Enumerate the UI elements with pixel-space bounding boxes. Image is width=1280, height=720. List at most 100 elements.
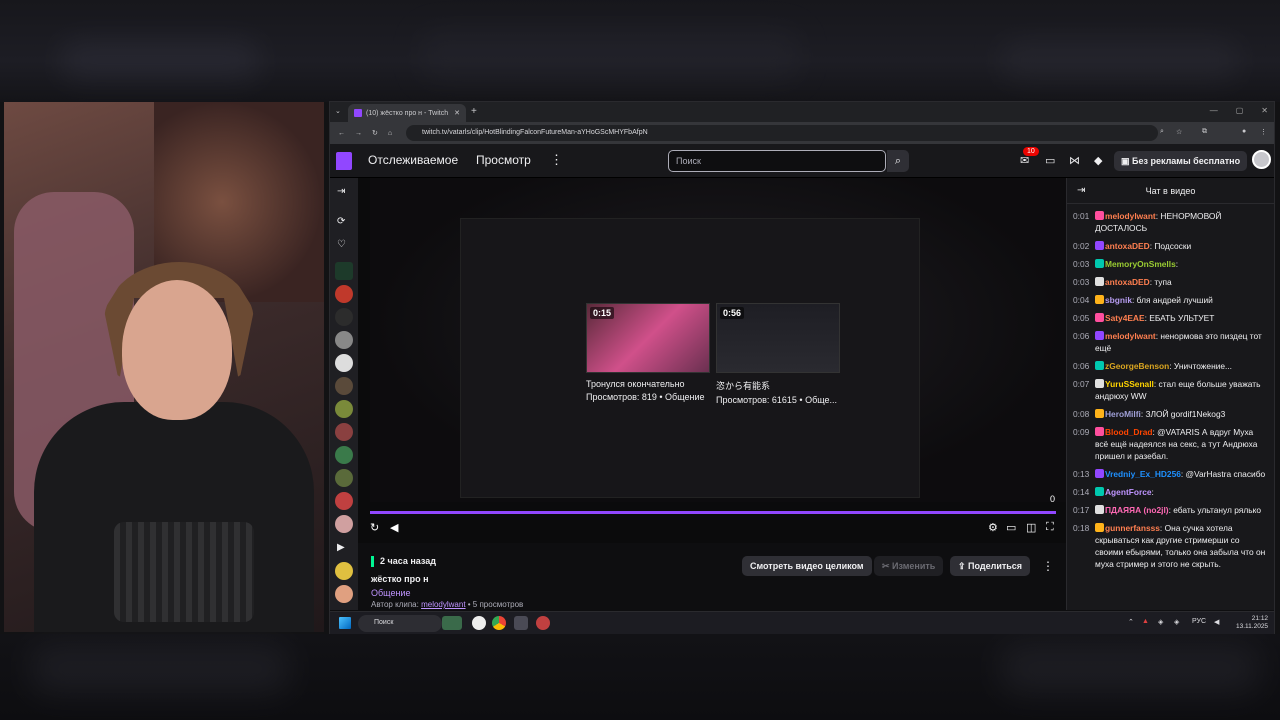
reload-icon[interactable]: ↻ bbox=[372, 129, 378, 137]
bits-icon[interactable]: ◆ bbox=[1094, 154, 1102, 167]
chat-username[interactable]: Blood_Drad bbox=[1105, 427, 1152, 437]
chat-username[interactable]: YuruSSenall bbox=[1105, 379, 1154, 389]
channel-avatar[interactable] bbox=[335, 400, 353, 418]
chat-username[interactable]: Saty4EAE bbox=[1105, 313, 1145, 323]
settings-gear-icon[interactable]: ⚙ bbox=[988, 521, 998, 534]
edit-button[interactable]: ✂ Изменить bbox=[874, 556, 944, 576]
recommended-clip-card[interactable]: 0:56 恣から有能系 Просмотров: 61615 • Обще... bbox=[716, 303, 840, 405]
taskbar-search[interactable]: Поиск bbox=[358, 615, 442, 632]
chat-username[interactable]: melodylwant bbox=[1105, 331, 1156, 341]
minimize-icon[interactable]: — bbox=[1210, 106, 1218, 115]
channel-avatar[interactable] bbox=[335, 423, 353, 441]
url-field[interactable]: twitch.tv/vatarls/clip/HotBlindingFalcon… bbox=[406, 125, 1158, 141]
chat-timestamp: 0:02 bbox=[1073, 241, 1090, 251]
chat-username[interactable]: Vredniy_Ex_HD256 bbox=[1105, 469, 1181, 479]
chat-badge-icon bbox=[1095, 427, 1104, 436]
channel-avatar[interactable] bbox=[335, 562, 353, 580]
app-icon[interactable] bbox=[514, 616, 528, 630]
tab-list-icon[interactable]: ⌄ bbox=[335, 107, 341, 115]
sidebar-toggle-icon[interactable]: ◫ bbox=[1026, 521, 1036, 534]
forward-icon[interactable]: → bbox=[355, 130, 362, 137]
chat-timestamp: 0:06 bbox=[1073, 361, 1090, 371]
camera-icon[interactable]: ▶ bbox=[337, 542, 345, 553]
tray-chevron-icon[interactable]: ⌃ bbox=[1128, 618, 1134, 626]
profile-icon[interactable]: ● bbox=[1242, 128, 1246, 135]
chat-username[interactable]: AgentForce bbox=[1105, 487, 1152, 497]
search-button[interactable]: ⌕ bbox=[887, 150, 909, 172]
chat-message: 0:06 zGeorgeBenson: Уничтожение... bbox=[1073, 360, 1268, 372]
home-icon[interactable]: ⌂ bbox=[388, 130, 392, 137]
channel-avatar[interactable] bbox=[335, 469, 353, 487]
following-heart-icon[interactable]: ♡ bbox=[337, 239, 346, 250]
channel-avatar[interactable] bbox=[335, 492, 353, 510]
yandex-icon[interactable] bbox=[472, 616, 486, 630]
chat-text: ЕБАТЬ УЛЬТУЕТ bbox=[1149, 313, 1215, 323]
expand-sidebar-icon[interactable]: ⇥ bbox=[337, 186, 345, 197]
fullscreen-icon[interactable]: ⛶ bbox=[1046, 521, 1054, 534]
maximize-icon[interactable]: ▢ bbox=[1236, 106, 1244, 115]
channel-avatar[interactable] bbox=[335, 446, 353, 464]
channel-avatar[interactable] bbox=[335, 354, 353, 372]
video-player[interactable]: 0:15 Тронулся окончательно Просмотров: 8… bbox=[358, 178, 1066, 543]
twitch-logo-icon[interactable] bbox=[336, 152, 352, 170]
chat-badge-icon bbox=[1095, 409, 1104, 418]
app-icon[interactable] bbox=[536, 616, 550, 630]
language-indicator[interactable]: РУС bbox=[1192, 618, 1206, 625]
volume-icon[interactable]: ◀ bbox=[390, 521, 398, 534]
bookmark-star-icon[interactable]: ☆ bbox=[1176, 128, 1182, 136]
back-icon[interactable]: ← bbox=[338, 130, 345, 137]
chat-username[interactable]: antoxaDED bbox=[1105, 241, 1150, 251]
theatre-mode-icon[interactable]: ▭ bbox=[1006, 521, 1016, 534]
drops-icon[interactable]: ⋈ bbox=[1069, 154, 1080, 167]
browser-window: ⌄ (10) жёстко про н - Twitch ✕ + — ▢ ✕ ←… bbox=[329, 101, 1275, 634]
volume-tray-icon[interactable]: ◀ bbox=[1214, 618, 1219, 626]
progress-bar[interactable] bbox=[370, 511, 1056, 514]
chat-timestamp: 0:03 bbox=[1073, 277, 1090, 287]
channel-avatar[interactable] bbox=[335, 262, 353, 280]
chat-username[interactable]: sbgnik bbox=[1105, 295, 1132, 305]
chat-username[interactable]: gunnerfansss bbox=[1105, 523, 1160, 533]
more-options-icon[interactable]: ⋮ bbox=[1042, 559, 1054, 573]
tray-app-icon[interactable]: ◈ bbox=[1174, 618, 1179, 626]
chat-username[interactable]: HeroMilfi bbox=[1105, 409, 1141, 419]
tray-app-icon[interactable]: ◈ bbox=[1158, 618, 1163, 626]
more-menu-icon[interactable]: ⋮ bbox=[550, 152, 563, 168]
recommended-icon[interactable]: ⟳ bbox=[337, 216, 345, 227]
chat-username[interactable]: zGeorgeBenson bbox=[1105, 361, 1169, 371]
browser-menu-icon[interactable]: ⋮ bbox=[1260, 128, 1267, 136]
new-tab-icon[interactable]: + bbox=[471, 106, 477, 117]
tray-alert-icon[interactable]: ▲ bbox=[1142, 618, 1149, 625]
user-avatar[interactable] bbox=[1252, 150, 1271, 169]
channel-avatar[interactable] bbox=[335, 308, 353, 326]
category-link[interactable]: Общение bbox=[371, 588, 410, 598]
browser-tab[interactable]: (10) жёстко про н - Twitch ✕ bbox=[348, 104, 466, 122]
system-clock[interactable]: 21:12 13.11.2025 bbox=[1236, 615, 1268, 631]
search-input[interactable]: Поиск bbox=[668, 150, 886, 172]
channel-avatar[interactable] bbox=[335, 331, 353, 349]
collapse-chat-icon[interactable]: ⇥ bbox=[1077, 178, 1085, 204]
recommended-clip-card[interactable]: 0:15 Тронулся окончательно Просмотров: 8… bbox=[586, 303, 710, 402]
close-tab-icon[interactable]: ✕ bbox=[454, 109, 460, 117]
channel-avatar[interactable] bbox=[335, 377, 353, 395]
start-icon[interactable] bbox=[339, 617, 351, 629]
channel-avatar[interactable] bbox=[335, 285, 353, 303]
replay-icon[interactable]: ↻ bbox=[370, 521, 379, 534]
nav-browse[interactable]: Просмотр bbox=[476, 153, 531, 167]
extensions-icon[interactable]: ⧉ bbox=[1202, 128, 1207, 136]
watch-full-video-button[interactable]: Смотреть видео целиком bbox=[742, 556, 872, 576]
whispers-icon[interactable]: ▭ bbox=[1045, 154, 1055, 167]
chat-username[interactable]: ПДАЯЯА (no2jl) bbox=[1105, 505, 1169, 515]
close-window-icon[interactable]: ✕ bbox=[1261, 106, 1268, 115]
share-button[interactable]: ⇪ Поделиться bbox=[950, 556, 1031, 576]
channel-avatar[interactable] bbox=[335, 515, 353, 533]
nav-following[interactable]: Отслеживаемое bbox=[368, 153, 458, 167]
author-link[interactable]: melodylwant bbox=[421, 600, 465, 609]
zoom-icon[interactable]: ⌕ bbox=[1160, 128, 1164, 136]
chat-username[interactable]: melodylwant bbox=[1105, 211, 1156, 221]
channel-avatar[interactable] bbox=[335, 585, 353, 603]
chat-username[interactable]: antoxaDED bbox=[1105, 277, 1150, 287]
widget-icon[interactable] bbox=[442, 616, 462, 630]
chrome-icon[interactable] bbox=[492, 616, 506, 630]
chat-username[interactable]: MemoryOnSmells bbox=[1105, 259, 1176, 269]
turbo-no-ads-button[interactable]: ▣ Без рекламы бесплатно bbox=[1114, 151, 1248, 171]
